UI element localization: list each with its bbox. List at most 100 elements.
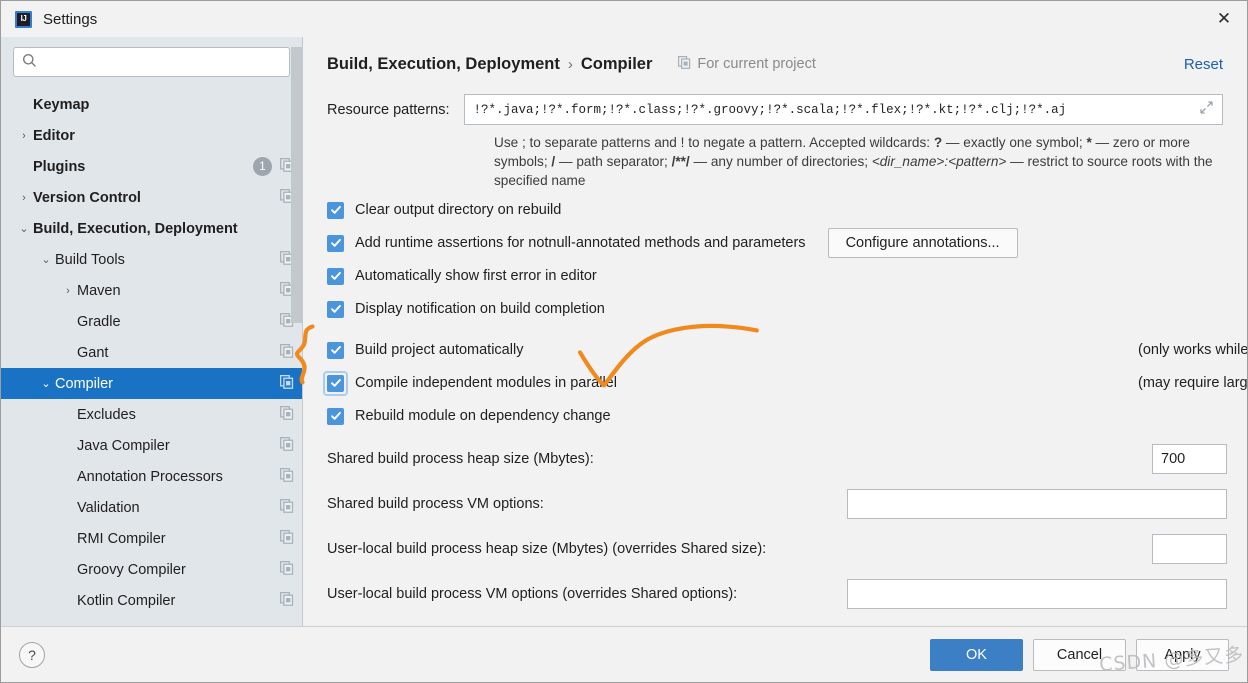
checkbox-row: Add runtime assertions for notnull-annot… — [327, 228, 1223, 258]
checkbox-label[interactable]: Clear output directory on rebuild — [355, 202, 561, 218]
window-title: Settings — [43, 10, 98, 28]
sidebar-item-label: Build Tools — [55, 251, 125, 268]
sidebar-item-compiler[interactable]: ⌄ Compiler — [1, 368, 302, 399]
settings-tree: Keymap › Editor Plugins 1 › Version Control ⌄ Bu… — [1, 85, 302, 616]
search-box[interactable] — [13, 47, 290, 77]
checkbox-label[interactable]: Display notification on build completion — [355, 301, 605, 317]
intellij-idea-icon: IJ — [15, 10, 32, 28]
checkbox-label[interactable]: Automatically show first error in editor — [355, 268, 597, 284]
sidebar-item-label: Validation — [77, 499, 140, 516]
sidebar-item-label: Annotation Processors — [77, 468, 223, 485]
sidebar-item-keymap[interactable]: Keymap — [1, 89, 302, 120]
chevron-right-icon[interactable]: › — [15, 130, 33, 142]
copy-icon — [678, 55, 691, 73]
checkbox-row: Clear output directory on rebuild — [327, 197, 1223, 223]
resource-patterns-label: Resource patterns: — [327, 101, 450, 118]
chevron-down-icon[interactable]: ⌄ — [37, 253, 55, 266]
sidebar-item-kotlin-compiler[interactable]: Kotlin Compiler — [1, 585, 302, 616]
sidebar-item-plugins[interactable]: Plugins 1 — [1, 151, 302, 182]
breadcrumb: Build, Execution, Deployment › Compiler … — [327, 37, 1223, 81]
sidebar-item-editor[interactable]: › Editor — [1, 120, 302, 151]
sidebar-item-label: Gradle — [77, 313, 121, 330]
field-input-shared-build-process-vm-options[interactable] — [847, 489, 1227, 519]
field-input-user-local-build-process-heap-size-mbytes-overrides-shared-size[interactable] — [1152, 534, 1227, 564]
sidebar-item-groovy-compiler[interactable]: Groovy Compiler — [1, 554, 302, 585]
hint-wildcard-4: /**/ — [671, 154, 690, 169]
settings-dialog: IJ Settings ✕ Keymap › Editor Plugins 1 › Vers… — [0, 0, 1248, 683]
sidebar-item-label: Maven — [77, 282, 121, 299]
hint-wildcard-1: ? — [933, 135, 943, 150]
copy-icon[interactable] — [280, 467, 294, 486]
checkbox-automatically-show-first-error-in-editor[interactable] — [327, 267, 344, 285]
copy-icon[interactable] — [280, 560, 294, 579]
resource-patterns-row: Resource patterns: — [327, 94, 1223, 125]
help-button[interactable]: ? — [19, 641, 45, 668]
expand-icon[interactable] — [1195, 100, 1218, 119]
chevron-down-icon[interactable]: ⌄ — [15, 222, 33, 235]
sidebar-item-label: Compiler — [55, 375, 114, 392]
ok-button[interactable]: OK — [930, 638, 1023, 671]
checkbox-build-project-automatically[interactable] — [327, 341, 344, 359]
copy-icon[interactable] — [280, 529, 294, 548]
sidebar-item-gradle[interactable]: Gradle — [1, 306, 302, 337]
copy-icon[interactable] — [280, 405, 294, 424]
sidebar-item-excludes[interactable]: Excludes — [1, 399, 302, 430]
sidebar-item-label: Kotlin Compiler — [77, 592, 176, 609]
field-row: Shared build process VM options: — [327, 488, 1227, 520]
sidebar-item-gant[interactable]: Gant — [1, 337, 302, 368]
sidebar-item-rmi-compiler[interactable]: RMI Compiler — [1, 523, 302, 554]
sidebar-item-version-control[interactable]: › Version Control — [1, 182, 302, 213]
checkbox-row: Compile independent modules in parallel (… — [323, 370, 1247, 396]
copy-icon[interactable] — [280, 343, 294, 362]
breadcrumb-separator: › — [567, 55, 573, 73]
sidebar-item-annotation-processors[interactable]: Annotation Processors — [1, 461, 302, 492]
resource-patterns-input[interactable] — [471, 101, 1195, 118]
chevron-down-icon[interactable]: ⌄ — [37, 377, 55, 390]
checkbox-clear-output-directory-on-rebuild[interactable] — [327, 201, 344, 219]
sidebar-item-build-execution-deployment[interactable]: ⌄ Build, Execution, Deployment — [1, 213, 302, 244]
sidebar-item-build-tools[interactable]: ⌄ Build Tools — [1, 244, 302, 275]
checkbox-label[interactable]: Build project automatically — [355, 342, 523, 358]
sidebar-item-label: Excludes — [77, 406, 136, 423]
compiler-options-group: Clear output directory on rebuild Add run… — [323, 197, 1247, 429]
field-label: Shared build process heap size (Mbytes): — [327, 451, 594, 467]
configure-annotations-button[interactable]: Configure annotations... — [827, 228, 1018, 258]
breadcrumb-root[interactable]: Build, Execution, Deployment — [327, 55, 560, 74]
checkbox-row: Automatically show first error in editor — [327, 263, 1223, 289]
sidebar-scrollbar[interactable] — [291, 47, 302, 323]
sidebar-item-maven[interactable]: › Maven — [1, 275, 302, 306]
close-icon[interactable]: ✕ — [1201, 1, 1247, 37]
copy-icon[interactable] — [280, 374, 294, 393]
scope-indicator: For current project — [678, 55, 816, 73]
checkbox-note: (may require larger heap size) — [1138, 375, 1247, 391]
sidebar-item-label: Groovy Compiler — [77, 561, 186, 578]
breadcrumb-leaf: Compiler — [580, 54, 653, 73]
checkbox-label[interactable]: Compile independent modules in parallel — [355, 375, 617, 391]
checkbox-display-notification-on-build-completion[interactable] — [327, 300, 344, 318]
hint-part-1: Use ; to separate patterns and ! to nega… — [494, 135, 934, 150]
copy-icon[interactable] — [280, 498, 294, 517]
field-input-user-local-build-process-vm-options-overrides-shared-options[interactable] — [847, 579, 1227, 609]
checkbox-label[interactable]: Rebuild module on dependency change — [355, 408, 611, 424]
sidebar-item-validation[interactable]: Validation — [1, 492, 302, 523]
resource-patterns-field[interactable] — [463, 94, 1223, 125]
checkbox-row: Display notification on build completion — [327, 296, 1223, 322]
search-input[interactable] — [44, 53, 281, 71]
reset-link[interactable]: Reset — [1184, 56, 1223, 73]
copy-icon[interactable] — [280, 436, 294, 455]
chevron-right-icon[interactable]: › — [15, 192, 33, 204]
build-process-fields: Shared build process heap size (Mbytes):… — [327, 443, 1227, 610]
hint-part-5: — any number of directories; — [689, 154, 872, 169]
sidebar-item-label: Java Compiler — [77, 437, 170, 454]
apply-button[interactable]: Apply — [1136, 638, 1229, 671]
checkbox-compile-independent-modules-in-parallel[interactable] — [323, 370, 348, 396]
field-input-shared-build-process-heap-size-mbytes[interactable] — [1152, 444, 1227, 474]
chevron-right-icon[interactable]: › — [59, 285, 77, 297]
sidebar-item-java-compiler[interactable]: Java Compiler — [1, 430, 302, 461]
copy-icon[interactable] — [280, 591, 294, 610]
sidebar-item-label: RMI Compiler — [77, 530, 166, 547]
checkbox-rebuild-module-on-dependency-change[interactable] — [327, 407, 344, 425]
checkbox-label[interactable]: Add runtime assertions for notnull-annot… — [355, 235, 806, 251]
checkbox-add-runtime-assertions-for-notnull-annotated-methods-and-parameters[interactable] — [327, 234, 344, 252]
cancel-button[interactable]: Cancel — [1033, 638, 1126, 671]
